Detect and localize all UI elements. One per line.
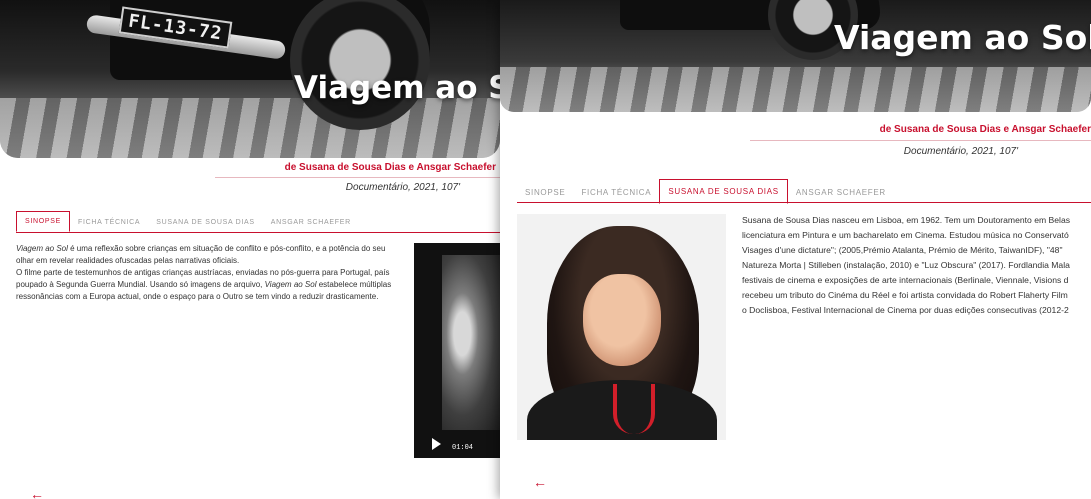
tab-sinopse[interactable]: SINOPSE <box>16 211 71 232</box>
director-bio: Susana de Sousa Dias nasceu em Lisboa, e… <box>742 213 1070 318</box>
bio-line: licenciatura em Pintura e um bacharelato… <box>742 230 1069 240</box>
tab-susana-de-sousa-dias[interactable]: SUSANA DE SOUSA DIAS <box>659 179 788 204</box>
back-arrow-icon[interactable]: ← <box>533 474 547 490</box>
back-arrow-icon[interactable]: ← <box>30 486 44 499</box>
synopsis-text: Viagem ao Sol é uma reflexão sobre crian… <box>16 243 416 303</box>
page-sinopse: FL-13-72 Viagem ao Sol de Susana de Sous… <box>0 0 500 499</box>
bio-line: o Doclisboa, Festival Internacional de C… <box>742 305 1069 315</box>
hero-crosswalk <box>500 67 1091 112</box>
synopsis-line-3: O filme parte de testemunhos de antigas … <box>16 268 390 277</box>
portrait-face <box>583 274 661 366</box>
tab-ansgar-schaefer[interactable]: ANSGAR SCHAEFER <box>788 181 894 204</box>
hero-crosswalk <box>0 98 500 158</box>
hero-title: Viagem ao Sol <box>294 70 500 106</box>
synopsis-line-2: olhar em revelar realidades ofuscadas pe… <box>16 256 240 265</box>
tab-underline <box>16 232 500 233</box>
hero-title: Viagem ao Sol <box>834 18 1091 57</box>
tab-sinopse[interactable]: SINOPSE <box>517 181 573 204</box>
credits-divider <box>215 177 500 178</box>
synopsis-film-title: Viagem ao Sol <box>16 244 68 253</box>
video-frame <box>442 255 500 430</box>
bio-line: Visages d'une dictature"; (2005,Prémio A… <box>742 245 1063 255</box>
synopsis-line-1: é uma reflexão sobre crianças em situaçã… <box>67 244 386 253</box>
portrait-lanyard <box>613 384 655 434</box>
film-credits: de Susana de Sousa Dias e Ansgar Schaefe… <box>284 162 496 173</box>
synopsis-film-title-2: Viagem ao Sol <box>264 280 317 289</box>
tab-underline <box>517 202 1091 203</box>
film-credits: de Susana de Sousa Dias e Ansgar Schaefe… <box>879 124 1091 135</box>
credits-divider <box>750 140 1091 141</box>
tab-ficha-tecnica[interactable]: FICHA TÉCNICA <box>70 213 148 232</box>
synopsis-line-4-tail: estabelece múltiplas <box>316 280 392 289</box>
bio-line: Susana de Sousa Dias nasceu em Lisboa, e… <box>742 215 1071 225</box>
tab-ficha-tecnica[interactable]: FICHA TÉCNICA <box>573 181 659 204</box>
director-portrait <box>517 214 726 440</box>
page-susana-de-sousa-dias: Viagem ao Sol de Susana de Sousa Dias e … <box>500 0 1091 499</box>
film-hero-image: FL-13-72 Viagem ao Sol <box>0 0 500 158</box>
video-time: 01:04 <box>452 444 474 452</box>
synopsis-line-5: ressonâncias com a Europa actual, onde o… <box>16 292 379 301</box>
synopsis-line-4: poupado à Segunda Guerra Mundial. Usando… <box>16 280 265 289</box>
video-player[interactable]: 01:04 <box>414 243 500 458</box>
film-meta: Documentário, 2021, 107' <box>345 182 460 193</box>
film-hero-image: Viagem ao Sol <box>500 0 1091 112</box>
tab-bar: SINOPSE FICHA TÉCNICA SUSANA DE SOUSA DI… <box>16 211 359 232</box>
play-icon[interactable] <box>432 438 441 450</box>
tab-susana-de-sousa-dias[interactable]: SUSANA DE SOUSA DIAS <box>148 213 262 232</box>
film-meta: Documentário, 2021, 107' <box>903 146 1018 157</box>
bio-line: festivais de cinema e exposições de arte… <box>742 275 1069 285</box>
tab-ansgar-schaefer[interactable]: ANSGAR SCHAEFER <box>263 213 359 232</box>
tab-bar: SINOPSE FICHA TÉCNICA SUSANA DE SOUSA DI… <box>517 179 894 204</box>
bio-line: Natureza Morta | Stilleben (instalação, … <box>742 260 1070 270</box>
bio-line: recebeu um tributo do Cinéma du Réel e f… <box>742 290 1068 300</box>
